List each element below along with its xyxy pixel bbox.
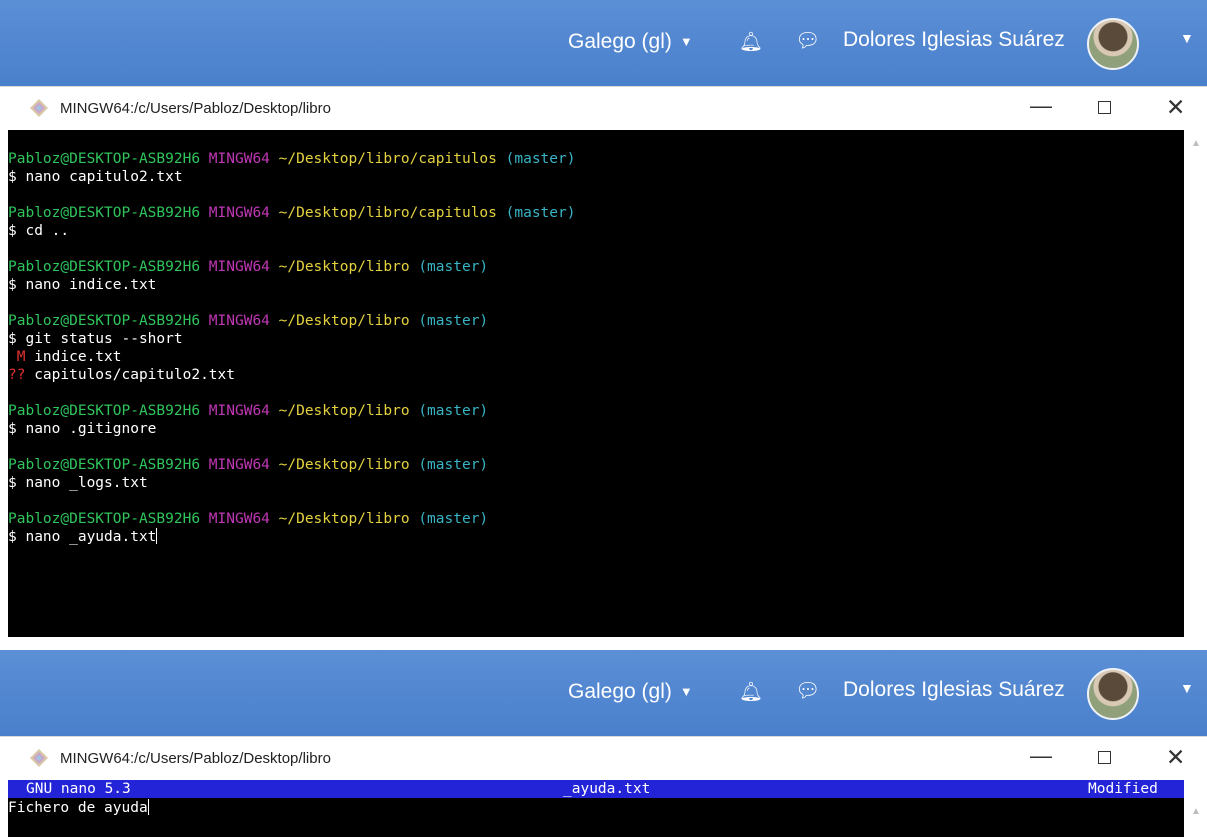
scroll-up-icon[interactable]: ▲ <box>1191 138 1201 149</box>
prompt-block: Pabloz@DESKTOP-ASB92H6 MINGW64 ~/Desktop… <box>8 510 1184 546</box>
minimize-icon[interactable]: — <box>1030 93 1052 119</box>
nano-content[interactable]: Fichero de ayuda <box>8 799 149 817</box>
prompt-env: MINGW64 <box>208 259 270 275</box>
scrollbar[interactable]: ▲ <box>1184 780 1207 837</box>
prompt-branch: (master) <box>418 403 489 419</box>
text-cursor <box>147 799 149 815</box>
prompt-user: Pabloz@DESKTOP-ASB92H6 <box>8 259 201 275</box>
prompt-env: MINGW64 <box>208 457 270 473</box>
window-title: MINGW64:/c/Users/Pabloz/Desktop/libro <box>60 750 331 767</box>
prompt-env: MINGW64 <box>208 205 270 221</box>
screenshot-panel-1: Galego (gl) ▼ 🔔︎ 💬︎ Dolores Iglesias Suár… <box>0 0 1207 637</box>
nano-header: GNU nano 5.3 _ayuda.txt Modified <box>8 780 1184 798</box>
prompt-path: ~/Desktop/libro/capitulos <box>278 205 497 221</box>
prompt-path: ~/Desktop/libro/capitulos <box>278 151 497 167</box>
nano-status: Modified <box>1088 781 1158 797</box>
chat-icon[interactable]: 💬︎ <box>795 28 820 53</box>
nano-filename: _ayuda.txt <box>563 781 651 797</box>
prompt-block: Pabloz@DESKTOP-ASB92H6 MINGW64 ~/Desktop… <box>8 204 1184 240</box>
maximize-icon[interactable] <box>1098 101 1111 114</box>
prompt-env: MINGW64 <box>208 403 270 419</box>
prompt-branch: (master) <box>505 151 576 167</box>
command-line: $ nano capitulo2.txt <box>8 169 183 185</box>
prompt-user: Pabloz@DESKTOP-ASB92H6 <box>8 313 201 329</box>
command-line[interactable]: $ nano _ayuda.txt <box>8 528 1184 546</box>
command-line: $ nano .gitignore <box>8 421 157 437</box>
scrollbar[interactable]: ▲ <box>1184 130 1207 637</box>
bell-icon[interactable]: 🔔︎ <box>739 30 763 54</box>
top-navbar: Galego (gl) ▼ 🔔︎ 💬︎ Dolores Iglesias Suár… <box>0 0 1207 86</box>
command-line: $ git status --short <box>8 331 183 347</box>
prompt-path: ~/Desktop/libro <box>278 511 410 527</box>
text-cursor <box>156 528 158 544</box>
command-text: $ nano _ayuda.txt <box>8 529 157 545</box>
status-flag: ?? <box>8 367 26 383</box>
user-name[interactable]: Dolores Iglesias Suárez <box>843 678 1065 702</box>
avatar[interactable] <box>1087 18 1139 70</box>
prompt-env: MINGW64 <box>208 313 270 329</box>
prompt-branch: (master) <box>418 457 489 473</box>
language-selector[interactable]: Galego (gl) ▼ <box>568 680 693 704</box>
bell-icon[interactable]: 🔔︎ <box>739 680 763 704</box>
chevron-down-icon[interactable]: ▼ <box>1180 680 1194 696</box>
nano-text: Fichero de ayuda <box>8 800 148 816</box>
window-titlebar: MINGW64:/c/Users/Pabloz/Desktop/libro — … <box>0 86 1207 130</box>
prompt-block: Pabloz@DESKTOP-ASB92H6 MINGW64 ~/Desktop… <box>8 258 1184 294</box>
close-icon[interactable]: ✕ <box>1166 744 1185 771</box>
maximize-icon[interactable] <box>1098 751 1111 764</box>
prompt-env: MINGW64 <box>208 151 270 167</box>
prompt-branch: (master) <box>505 205 576 221</box>
prompt-block: Pabloz@DESKTOP-ASB92H6 MINGW64 ~/Desktop… <box>8 312 1184 384</box>
chevron-down-icon: ▼ <box>679 684 693 699</box>
prompt-env: MINGW64 <box>208 511 270 527</box>
status-flag: M <box>8 349 26 365</box>
window-title: MINGW64:/c/Users/Pabloz/Desktop/libro <box>60 100 331 117</box>
window-titlebar: MINGW64:/c/Users/Pabloz/Desktop/libro — … <box>0 736 1207 780</box>
prompt-user: Pabloz@DESKTOP-ASB92H6 <box>8 457 201 473</box>
prompt-block: Pabloz@DESKTOP-ASB92H6 MINGW64 ~/Desktop… <box>8 456 1184 492</box>
prompt-path: ~/Desktop/libro <box>278 259 410 275</box>
prompt-user: Pabloz@DESKTOP-ASB92H6 <box>8 205 201 221</box>
minimize-icon[interactable]: — <box>1030 743 1052 769</box>
prompt-user: Pabloz@DESKTOP-ASB92H6 <box>8 511 201 527</box>
git-status-line: M indice.txt <box>8 348 1184 366</box>
terminal-output[interactable]: Pabloz@DESKTOP-ASB92H6 MINGW64 ~/Desktop… <box>8 130 1184 637</box>
user-name[interactable]: Dolores Iglesias Suárez <box>843 28 1065 52</box>
nano-editor[interactable]: GNU nano 5.3 _ayuda.txt Modified Fichero… <box>8 780 1184 837</box>
command-line: $ cd .. <box>8 223 70 239</box>
prompt-block: Pabloz@DESKTOP-ASB92H6 MINGW64 ~/Desktop… <box>8 402 1184 438</box>
prompt-path: ~/Desktop/libro <box>278 403 410 419</box>
chevron-down-icon[interactable]: ▼ <box>1180 30 1194 46</box>
chat-icon[interactable]: 💬︎ <box>795 678 820 703</box>
status-file: capitulos/capitulo2.txt <box>25 367 235 383</box>
status-file: indice.txt <box>25 349 122 365</box>
prompt-branch: (master) <box>418 313 489 329</box>
chevron-down-icon: ▼ <box>679 34 693 49</box>
git-status-line: ?? capitulos/capitulo2.txt <box>8 366 1184 384</box>
avatar[interactable] <box>1087 668 1139 720</box>
top-navbar: Galego (gl) ▼ 🔔︎ 💬︎ Dolores Iglesias Suár… <box>0 650 1207 736</box>
scroll-up-icon[interactable]: ▲ <box>1191 806 1201 817</box>
language-selector[interactable]: Galego (gl) ▼ <box>568 30 693 54</box>
nano-version: GNU nano 5.3 <box>26 781 131 797</box>
prompt-path: ~/Desktop/libro <box>278 313 410 329</box>
git-bash-icon <box>30 99 48 117</box>
command-line: $ nano _logs.txt <box>8 475 148 491</box>
language-label: Galego (gl) <box>568 30 672 53</box>
command-line: $ nano indice.txt <box>8 277 157 293</box>
prompt-user: Pabloz@DESKTOP-ASB92H6 <box>8 403 201 419</box>
close-icon[interactable]: ✕ <box>1166 94 1185 121</box>
screenshot-panel-2: Galego (gl) ▼ 🔔︎ 💬︎ Dolores Iglesias Suár… <box>0 650 1207 837</box>
prompt-path: ~/Desktop/libro <box>278 457 410 473</box>
prompt-branch: (master) <box>418 259 489 275</box>
prompt-block: Pabloz@DESKTOP-ASB92H6 MINGW64 ~/Desktop… <box>8 150 1184 186</box>
prompt-user: Pabloz@DESKTOP-ASB92H6 <box>8 151 201 167</box>
language-label: Galego (gl) <box>568 680 672 703</box>
git-bash-icon <box>30 749 48 767</box>
prompt-branch: (master) <box>418 511 489 527</box>
